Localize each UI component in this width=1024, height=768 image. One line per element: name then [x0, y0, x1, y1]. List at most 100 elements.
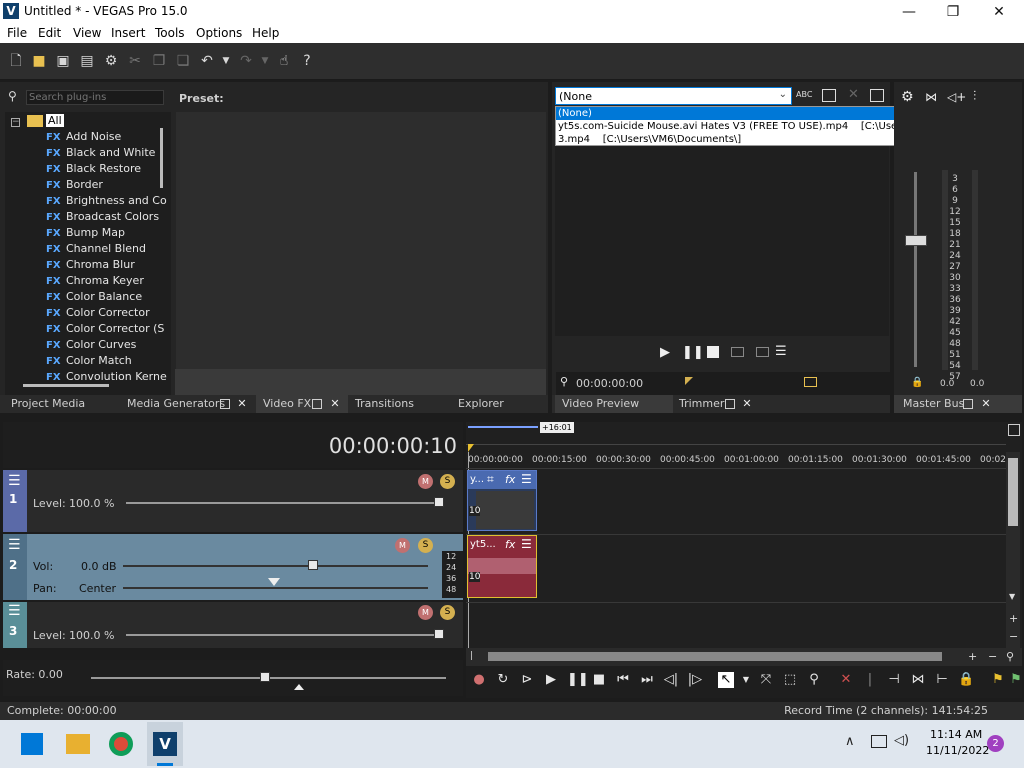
close-tab-icon[interactable]: ✕: [742, 398, 752, 409]
pause-icon[interactable]: ❚❚: [682, 345, 704, 360]
delete-icon[interactable]: ✕: [838, 672, 854, 688]
tab-video-fx[interactable]: Video FX: [263, 395, 311, 413]
play-icon[interactable]: ▶: [543, 672, 559, 688]
normal-edit-tool-icon[interactable]: ↖: [718, 672, 734, 688]
pause-icon[interactable]: ❚❚: [567, 672, 589, 688]
volume-slider[interactable]: [123, 565, 428, 567]
overwrite-icon[interactable]: [756, 347, 769, 357]
scroll-down-icon[interactable]: ▼: [1009, 592, 1015, 601]
region-list-icon[interactable]: [822, 89, 836, 102]
menu-tools[interactable]: Tools: [155, 26, 185, 40]
plugin-item[interactable]: FX Channel Blend: [46, 242, 146, 258]
plugin-item[interactable]: FX Brightness and Co: [46, 194, 167, 210]
downmix-icon[interactable]: ⋈: [925, 90, 937, 104]
zoom-bar[interactable]: [468, 426, 538, 428]
menu-icon[interactable]: ☰: [775, 344, 787, 359]
master-fader-track[interactable]: [914, 172, 917, 367]
tab-explorer[interactable]: Explorer: [458, 395, 504, 413]
undock-icon[interactable]: [963, 399, 973, 409]
level-slider-knob[interactable]: [434, 497, 444, 507]
zoom-in-icon[interactable]: +: [968, 650, 977, 663]
in-point-icon[interactable]: [685, 377, 693, 385]
fx-icon[interactable]: fx: [505, 538, 515, 551]
redo-icon[interactable]: ↷: [238, 53, 254, 69]
loop-playback-icon[interactable]: ↻: [495, 672, 511, 688]
undock-icon[interactable]: [725, 399, 735, 409]
mute-icon[interactable]: M: [418, 605, 433, 620]
collapse-icon[interactable]: −: [11, 118, 20, 127]
undo-icon[interactable]: ↶: [199, 53, 215, 69]
trimmer-region-icon[interactable]: [804, 377, 817, 387]
plugin-item[interactable]: FX Border: [46, 178, 103, 194]
record-icon[interactable]: ●: [471, 672, 487, 688]
close-tab-icon[interactable]: ✕: [330, 398, 340, 409]
search-plugins-input[interactable]: [26, 90, 164, 105]
tab-trimmer[interactable]: Trimmer: [679, 395, 724, 413]
windows-start-icon[interactable]: [21, 733, 43, 755]
selection-tool-icon[interactable]: ⬚: [782, 672, 798, 688]
pan-slider[interactable]: [123, 587, 428, 589]
solo-icon[interactable]: S: [440, 605, 455, 620]
new-file-icon[interactable]: 🗋: [8, 53, 24, 69]
plugin-item[interactable]: FX Color Match: [46, 354, 132, 370]
volume-icon[interactable]: ◁): [894, 733, 909, 748]
track-header-2[interactable]: ☰ 2 M S Vol: 0.0 dB Pan: Center 12 24 36…: [3, 534, 463, 600]
tab-project-media[interactable]: Project Media: [11, 395, 85, 413]
trimmer-options-icon[interactable]: [870, 89, 884, 102]
project-timecode[interactable]: 00:00:00:10: [329, 434, 457, 458]
play-icon[interactable]: ▶: [660, 345, 670, 360]
menu-options[interactable]: Options: [196, 26, 242, 40]
render-icon[interactable]: ▤: [79, 53, 95, 69]
track-header-1[interactable]: ☰ 1 M S Level: 100.0 %: [3, 470, 463, 532]
go-to-start-icon[interactable]: ⏮: [615, 672, 631, 688]
level-slider-knob[interactable]: [434, 629, 444, 639]
tree-vertical-scrollbar[interactable]: [160, 128, 163, 188]
mute-icon[interactable]: M: [418, 474, 433, 489]
track-menu-icon[interactable]: ☰: [8, 473, 21, 489]
undock-icon[interactable]: [220, 399, 230, 409]
plugin-item[interactable]: FX Chroma Keyer: [46, 274, 144, 290]
file-explorer-icon[interactable]: [66, 734, 90, 754]
menu-help[interactable]: Help: [252, 26, 279, 40]
trim-end-icon[interactable]: ⊢: [934, 672, 950, 688]
rate-slider-knob[interactable]: [260, 672, 270, 682]
plugin-item[interactable]: FX Color Balance: [46, 290, 142, 306]
close-tab-icon[interactable]: ✕: [981, 398, 991, 409]
stop-icon[interactable]: ■: [591, 672, 607, 688]
pan-knob-icon[interactable]: [268, 578, 280, 586]
plugin-item[interactable]: FX Chroma Blur: [46, 258, 135, 274]
menu-file[interactable]: File: [7, 26, 27, 40]
media-dropdown[interactable]: (None ⌄: [555, 87, 792, 105]
previous-frame-icon[interactable]: ◁|: [663, 672, 679, 688]
plugin-item[interactable]: FX Color Corrector (S: [46, 322, 164, 338]
solo-icon[interactable]: S: [440, 474, 455, 489]
delete-icon[interactable]: ✕: [848, 87, 859, 102]
timeline-horizontal-scroll-thumb[interactable]: [488, 652, 942, 661]
close-tab-icon[interactable]: ✕: [237, 398, 247, 409]
solo-icon[interactable]: S: [418, 538, 433, 553]
mixer-sliders-icon[interactable]: ⫶: [973, 89, 976, 104]
add-to-timeline-icon[interactable]: [731, 347, 744, 357]
chrome-icon[interactable]: [109, 732, 133, 756]
abc-icon[interactable]: ABC: [796, 90, 812, 99]
stop-icon[interactable]: [707, 346, 719, 358]
audio-event-clip[interactable]: yt5... fx ☰ 10: [467, 535, 537, 598]
split-icon[interactable]: ⋈: [910, 672, 926, 688]
marker-icon[interactable]: ⚑: [990, 672, 1006, 688]
menu-insert[interactable]: Insert: [111, 26, 145, 40]
level-slider[interactable]: [126, 502, 442, 504]
zoom-tool-icon[interactable]: ⚲: [1006, 650, 1014, 663]
help-icon[interactable]: ?: [299, 53, 315, 69]
tab-master-bus[interactable]: Master Bus: [903, 395, 964, 413]
fx-icon[interactable]: fx: [505, 473, 515, 486]
notification-badge[interactable]: 2: [987, 735, 1004, 752]
undock-icon[interactable]: [312, 399, 322, 409]
next-frame-icon[interactable]: |▷: [687, 672, 703, 688]
trim-icon[interactable]: |: [862, 672, 878, 688]
dim-output-icon[interactable]: ◁+: [947, 90, 966, 104]
plugin-item[interactable]: FX Color Curves: [46, 338, 136, 354]
tab-media-generators[interactable]: Media Generators: [127, 395, 225, 413]
video-event-clip[interactable]: y... ⌗ fx ☰ 10: [467, 470, 537, 531]
track-header-3[interactable]: ☰ 3 M S Level: 100.0 %: [3, 602, 463, 648]
whats-this-help-icon[interactable]: ☝: [276, 53, 292, 69]
